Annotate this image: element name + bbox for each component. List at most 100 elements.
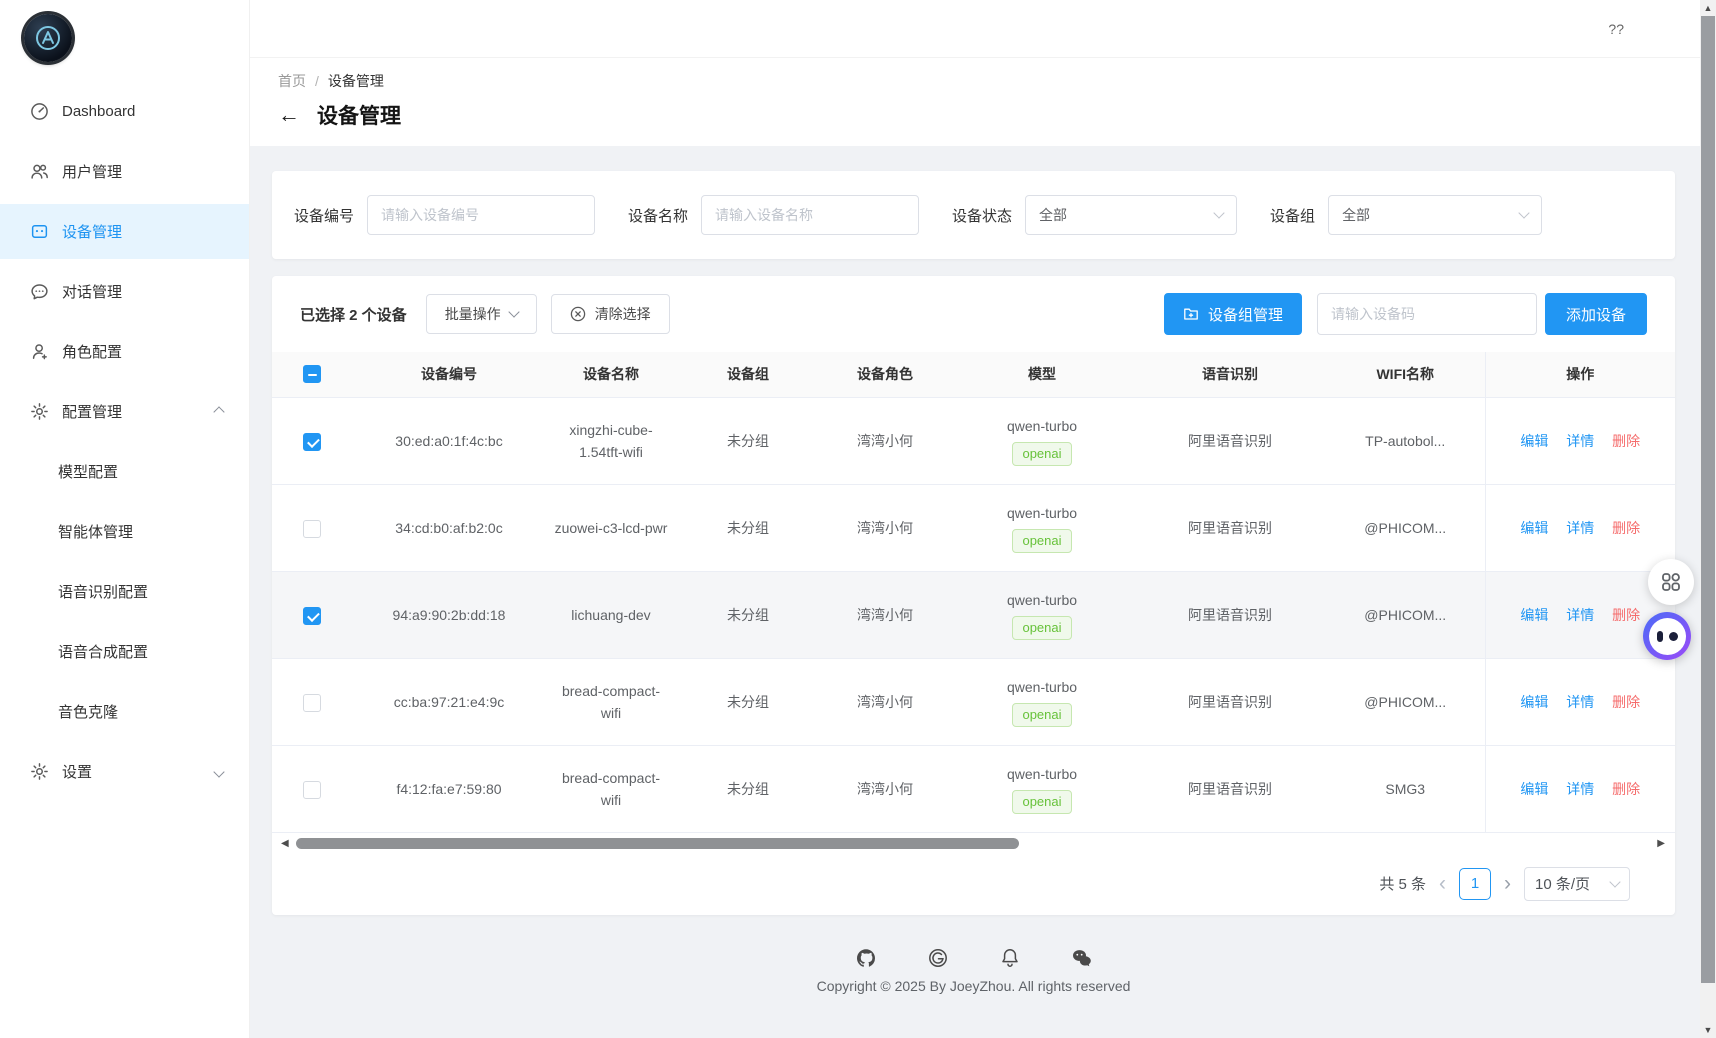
apps-grid-widget[interactable] bbox=[1648, 559, 1694, 605]
sidebar-item-label: 角色配置 bbox=[62, 341, 122, 362]
settings-gear-icon bbox=[30, 762, 49, 781]
cell-model: qwen-turbo openai bbox=[950, 658, 1134, 745]
delete-link[interactable]: 删除 bbox=[1612, 607, 1640, 623]
detail-link[interactable]: 详情 bbox=[1566, 520, 1594, 536]
table-horizontal-scrollbar[interactable]: ◀ ▶ bbox=[272, 835, 1675, 853]
cell-device-id: f4:12:fa:e7:59:80 bbox=[352, 745, 546, 832]
delete-link[interactable]: 删除 bbox=[1612, 433, 1640, 449]
delete-link[interactable]: 删除 bbox=[1612, 781, 1640, 797]
scroll-left-icon[interactable]: ◀ bbox=[281, 838, 289, 850]
topbar: ?? bbox=[250, 0, 1700, 58]
sidebar-item-label: 设置 bbox=[62, 761, 92, 782]
page-vertical-scrollbar[interactable]: ▲ ▼ bbox=[1700, 0, 1716, 1038]
sidebar-item-settings[interactable]: 设置 bbox=[0, 744, 249, 799]
pagination-total: 共 5 条 bbox=[1379, 873, 1426, 894]
scroll-down-icon[interactable]: ▼ bbox=[1700, 1025, 1716, 1035]
gitee-icon[interactable] bbox=[927, 947, 949, 969]
row-checkbox[interactable] bbox=[303, 520, 321, 538]
detail-link[interactable]: 详情 bbox=[1566, 607, 1594, 623]
detail-link[interactable]: 详情 bbox=[1566, 781, 1594, 797]
sidebar-item-dashboard[interactable]: Dashboard bbox=[0, 84, 249, 139]
page-header: 首页 / 设备管理 ← 设备管理 bbox=[250, 58, 1700, 146]
app-logo[interactable] bbox=[24, 14, 72, 62]
assistant-robot-widget[interactable] bbox=[1643, 612, 1691, 660]
sidebar-subitem-model-config[interactable]: 模型配置 bbox=[0, 444, 249, 499]
breadcrumb-current: 设备管理 bbox=[328, 71, 384, 91]
edit-link[interactable]: 编辑 bbox=[1520, 520, 1548, 536]
edit-link[interactable]: 编辑 bbox=[1520, 694, 1548, 710]
row-checkbox[interactable] bbox=[303, 781, 321, 799]
cell-device-role: 湾湾小何 bbox=[820, 397, 950, 484]
edit-link[interactable]: 编辑 bbox=[1520, 781, 1548, 797]
page-title: 设备管理 bbox=[317, 100, 401, 130]
device-code-label: 设备编号 bbox=[294, 205, 354, 226]
delete-link[interactable]: 删除 bbox=[1612, 694, 1640, 710]
github-icon[interactable] bbox=[855, 947, 877, 969]
clear-selection-button[interactable]: 清除选择 bbox=[551, 294, 670, 334]
wechat-icon[interactable] bbox=[1071, 947, 1093, 969]
next-page-button[interactable]: › bbox=[1504, 873, 1511, 894]
select-all-checkbox[interactable] bbox=[303, 365, 321, 383]
sidebar-item-config-management[interactable]: 配置管理 bbox=[0, 384, 249, 439]
sidebar-item-user-management[interactable]: 用户管理 bbox=[0, 144, 249, 199]
model-provider-tag: openai bbox=[1012, 790, 1071, 814]
current-page-button[interactable]: 1 bbox=[1459, 868, 1491, 900]
prev-page-button[interactable]: ‹ bbox=[1439, 873, 1446, 894]
detail-link[interactable]: 详情 bbox=[1566, 694, 1594, 710]
sidebar-subitem-voice-clone[interactable]: 音色克隆 bbox=[0, 684, 249, 739]
page-size-select[interactable]: 10 条/页 bbox=[1524, 867, 1630, 901]
detail-link[interactable]: 详情 bbox=[1566, 433, 1594, 449]
cell-model: qwen-turbo openai bbox=[950, 745, 1134, 832]
table-row: 30:ed:a0:1f:4c:bc xingzhi-cube-1.54tft-w… bbox=[272, 397, 1675, 484]
table-header-row: 设备编号设备名称设备组设备角色模型语音识别WIFI名称操作 bbox=[272, 352, 1675, 397]
vertical-scrollbar-thumb[interactable] bbox=[1701, 16, 1715, 983]
cell-actions: 编辑 详情 删除 bbox=[1485, 397, 1675, 484]
group-manage-button[interactable]: 设备组管理 bbox=[1164, 293, 1302, 335]
delete-link[interactable]: 删除 bbox=[1612, 520, 1640, 536]
dashboard-icon bbox=[30, 102, 49, 121]
sidebar-item-conversation-management[interactable]: 对话管理 bbox=[0, 264, 249, 319]
edit-link[interactable]: 编辑 bbox=[1520, 433, 1548, 449]
add-device-button[interactable]: 添加设备 bbox=[1545, 293, 1647, 335]
clear-circle-icon bbox=[570, 306, 586, 322]
model-name: qwen-turbo bbox=[956, 415, 1128, 437]
selection-count-text: 已选择 2 个设备 bbox=[300, 304, 407, 325]
bell-icon[interactable] bbox=[999, 947, 1021, 969]
back-arrow-icon[interactable]: ← bbox=[278, 104, 300, 126]
page-size-value: 10 条/页 bbox=[1535, 873, 1590, 894]
row-checkbox[interactable] bbox=[303, 694, 321, 712]
device-status-select[interactable]: 全部 bbox=[1025, 195, 1237, 235]
breadcrumb-home-link[interactable]: 首页 bbox=[278, 71, 306, 91]
sidebar-subitem-tts-config[interactable]: 语音合成配置 bbox=[0, 624, 249, 679]
cell-device-id: 30:ed:a0:1f:4c:bc bbox=[352, 397, 546, 484]
pagination: 共 5 条 ‹ 1 › 10 条/页 bbox=[272, 853, 1675, 915]
sidebar-item-role-config[interactable]: 角色配置 bbox=[0, 324, 249, 379]
breadcrumb-separator: / bbox=[315, 73, 319, 89]
device-name-input[interactable] bbox=[701, 195, 919, 235]
cell-wifi: TP-autobol... bbox=[1326, 397, 1485, 484]
edit-link[interactable]: 编辑 bbox=[1520, 607, 1548, 623]
topbar-status-text: ?? bbox=[1608, 21, 1624, 37]
device-code-input[interactable] bbox=[367, 195, 595, 235]
scroll-up-icon[interactable]: ▲ bbox=[1700, 3, 1716, 13]
filter-panel: 设备编号 设备名称 设备状态 全部 设备组 全部 bbox=[272, 171, 1675, 259]
sidebar-item-device-management[interactable]: 设备管理 bbox=[0, 204, 249, 259]
cell-device-name: bread-compact-wifi bbox=[546, 745, 676, 832]
sidebar-subitem-asr-config[interactable]: 语音识别配置 bbox=[0, 564, 249, 619]
device-code-add-input[interactable] bbox=[1317, 293, 1537, 335]
device-status-label: 设备状态 bbox=[952, 205, 1012, 226]
table-body: 30:ed:a0:1f:4c:bc xingzhi-cube-1.54tft-w… bbox=[272, 397, 1675, 832]
column-header: 设备组 bbox=[676, 352, 820, 397]
batch-action-button[interactable]: 批量操作 bbox=[426, 294, 537, 334]
row-checkbox[interactable] bbox=[303, 607, 321, 625]
row-checkbox[interactable] bbox=[303, 433, 321, 451]
device-group-select[interactable]: 全部 bbox=[1328, 195, 1542, 235]
cell-device-role: 湾湾小何 bbox=[820, 484, 950, 571]
device-group-label: 设备组 bbox=[1270, 205, 1315, 226]
horizontal-scrollbar-thumb[interactable] bbox=[296, 838, 1019, 849]
cell-device-name: zuowei-c3-lcd-pwr bbox=[546, 484, 676, 571]
sidebar-subitem-agent-management[interactable]: 智能体管理 bbox=[0, 504, 249, 559]
scroll-right-icon[interactable]: ▶ bbox=[1657, 838, 1665, 850]
device-name-label: 设备名称 bbox=[628, 205, 688, 226]
batch-action-label: 批量操作 bbox=[445, 304, 501, 324]
